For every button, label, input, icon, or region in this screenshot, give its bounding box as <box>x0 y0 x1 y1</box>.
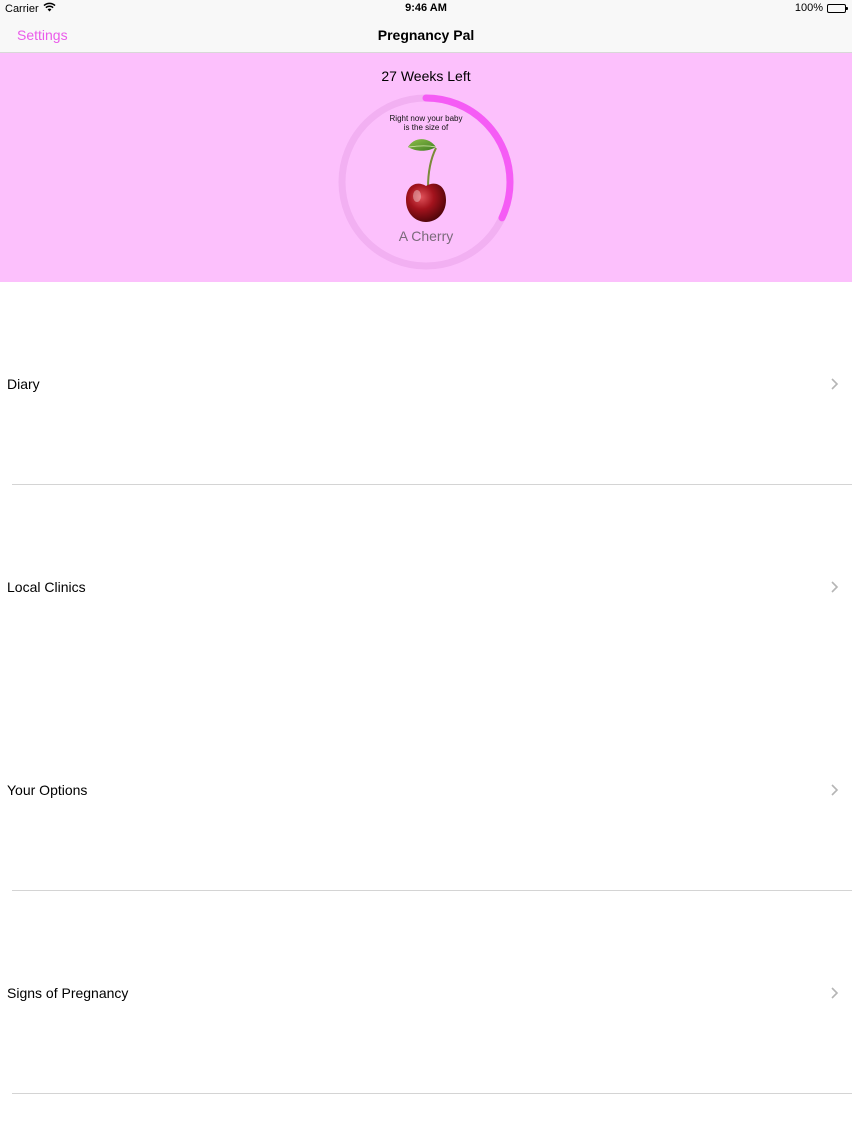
status-battery-group: 100% <box>794 2 848 14</box>
status-time: 9:46 AM <box>405 2 447 14</box>
navigation-bar: Settings Pregnancy Pal <box>0 17 852 53</box>
menu-item-label: Diary <box>7 376 40 392</box>
menu-item-label: Your Options <box>7 782 88 798</box>
menu-item-local-clinics[interactable]: Local Clinics <box>0 485 852 688</box>
progress-ring: Right now your baby is the size of A Che… <box>336 92 516 272</box>
caption-line-2: is the size of <box>403 123 449 132</box>
battery-percent: 100% <box>794 2 823 14</box>
chevron-right-icon <box>830 580 840 594</box>
menu-item-label: Local Clinics <box>7 579 86 595</box>
weeks-left-label: 27 Weeks Left <box>381 68 471 84</box>
fruit-name-label: A Cherry <box>398 228 454 244</box>
menu-item-signs-of-pregnancy[interactable]: Signs of Pregnancy <box>0 891 852 1094</box>
cherry-icon <box>398 134 454 226</box>
main-menu-list: Diary Local Clinics Your Options Signs o… <box>0 282 852 1094</box>
page-title: Pregnancy Pal <box>377 27 475 43</box>
status-bar: Carrier 9:46 AM 100% <box>0 0 852 17</box>
pregnancy-progress-panel: 27 Weeks Left Right now your baby is the… <box>0 53 852 282</box>
menu-item-diary[interactable]: Diary <box>0 282 852 485</box>
chevron-right-icon <box>830 783 840 797</box>
row-divider <box>12 1093 852 1094</box>
caption-line-1: Right now your baby <box>389 114 463 123</box>
menu-item-label: Signs of Pregnancy <box>7 985 129 1001</box>
battery-icon <box>827 3 848 13</box>
baby-size-caption: Right now your baby is the size of <box>376 114 476 132</box>
chevron-right-icon <box>830 986 840 1000</box>
menu-item-your-options[interactable]: Your Options <box>0 688 852 891</box>
chevron-right-icon <box>830 377 840 391</box>
